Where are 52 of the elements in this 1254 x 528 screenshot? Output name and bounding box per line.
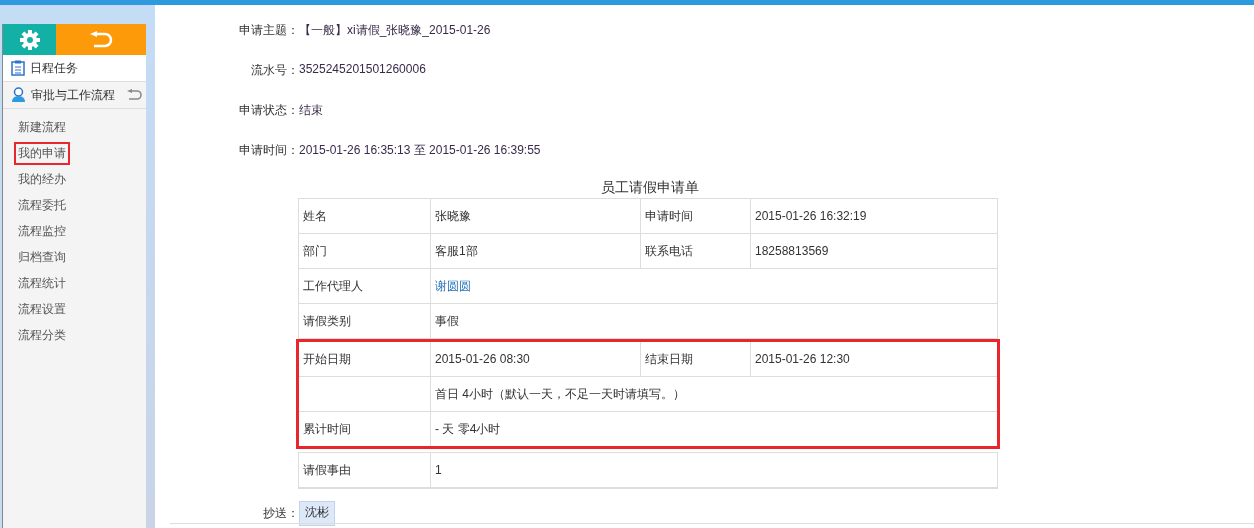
sidebar-item[interactable]: 我的经办 — [14, 167, 70, 191]
sidebar-menu-header[interactable]: 日程任务 — [3, 55, 146, 82]
clipboard-icon — [11, 60, 25, 76]
settings-icon — [18, 28, 41, 51]
table-cell-text: 18258813569 — [754, 243, 830, 260]
cc-label: 抄送： — [262, 505, 299, 522]
menu-label: 日程任务 — [30, 59, 78, 77]
sidebar-item[interactable]: 流程监控 — [14, 219, 70, 243]
person-icon — [11, 87, 26, 103]
recipient-tag: 沈彬 — [299, 501, 335, 526]
field-label: 申请主题： — [238, 22, 299, 39]
sidebar-item[interactable]: 归档查询 — [14, 245, 70, 269]
table-cell-text: 事假 — [434, 312, 460, 330]
return-arrow-icon — [89, 30, 113, 49]
field-value: 结束 — [299, 102, 323, 119]
return-arrow-icon[interactable] — [126, 89, 142, 101]
table-cell: 请假类别 — [299, 304, 431, 338]
table-cell: 2015-01-26 08:30 — [431, 342, 641, 376]
form-title: 员工请假申请单 — [600, 178, 700, 197]
sidebar-item[interactable]: 流程统计 — [14, 271, 70, 295]
table-cell: 工作代理人 — [299, 269, 431, 303]
sidebar-menu-header[interactable]: 审批与工作流程 — [3, 82, 146, 109]
field-value: 【一般】xi请假_张晓豫_2015-01-26 — [299, 22, 491, 39]
table-cell-text: 首日 4小时（默认一天，不足一天时请填写。） — [434, 385, 686, 403]
field-label: 流水号： — [250, 62, 299, 79]
field-value: 3525245201501260006 — [299, 62, 426, 78]
table-cell: 结束日期 — [641, 342, 751, 376]
table-cell: 开始日期 — [299, 342, 431, 376]
sidebar-item[interactable]: 我的申请 — [14, 141, 70, 165]
table-cell: 联系电话 — [641, 234, 751, 268]
sidebar-item[interactable]: 流程设置 — [14, 297, 70, 321]
table-cell-text: - 天 零4小时 — [434, 420, 502, 438]
table-cell-text: 1 — [434, 462, 443, 479]
field-value: 2015-01-26 16:35:13 至 2015-01-26 16:39:55 — [299, 142, 541, 159]
table-cell: 累计时间 — [299, 412, 431, 446]
menu-label: 审批与工作流程 — [31, 86, 115, 104]
table-cell: 部门 — [299, 234, 431, 268]
field-label: 申请时间： — [238, 142, 299, 159]
table-cell-text: 2015-01-26 16:32:19 — [754, 208, 868, 225]
sidebar-item[interactable]: 流程分类 — [14, 323, 70, 347]
table-cell: 请假事由 — [299, 453, 431, 487]
table-cell: 姓名 — [299, 199, 431, 233]
sidebar-item[interactable]: 新建流程 — [14, 115, 70, 139]
person-link[interactable]: 谢圆圆 — [435, 277, 471, 295]
settings-button[interactable] — [3, 24, 56, 55]
table-cell: 客服1部 — [431, 234, 641, 268]
table-cell: 申请时间 — [641, 199, 751, 233]
table-cell-text: 2015-01-26 12:30 — [754, 351, 851, 368]
back-button[interactable] — [56, 24, 146, 55]
field-label: 申请状态： — [238, 102, 299, 119]
sidebar-item[interactable]: 流程委托 — [14, 193, 70, 217]
table-cell: 张晓豫 — [431, 199, 641, 233]
